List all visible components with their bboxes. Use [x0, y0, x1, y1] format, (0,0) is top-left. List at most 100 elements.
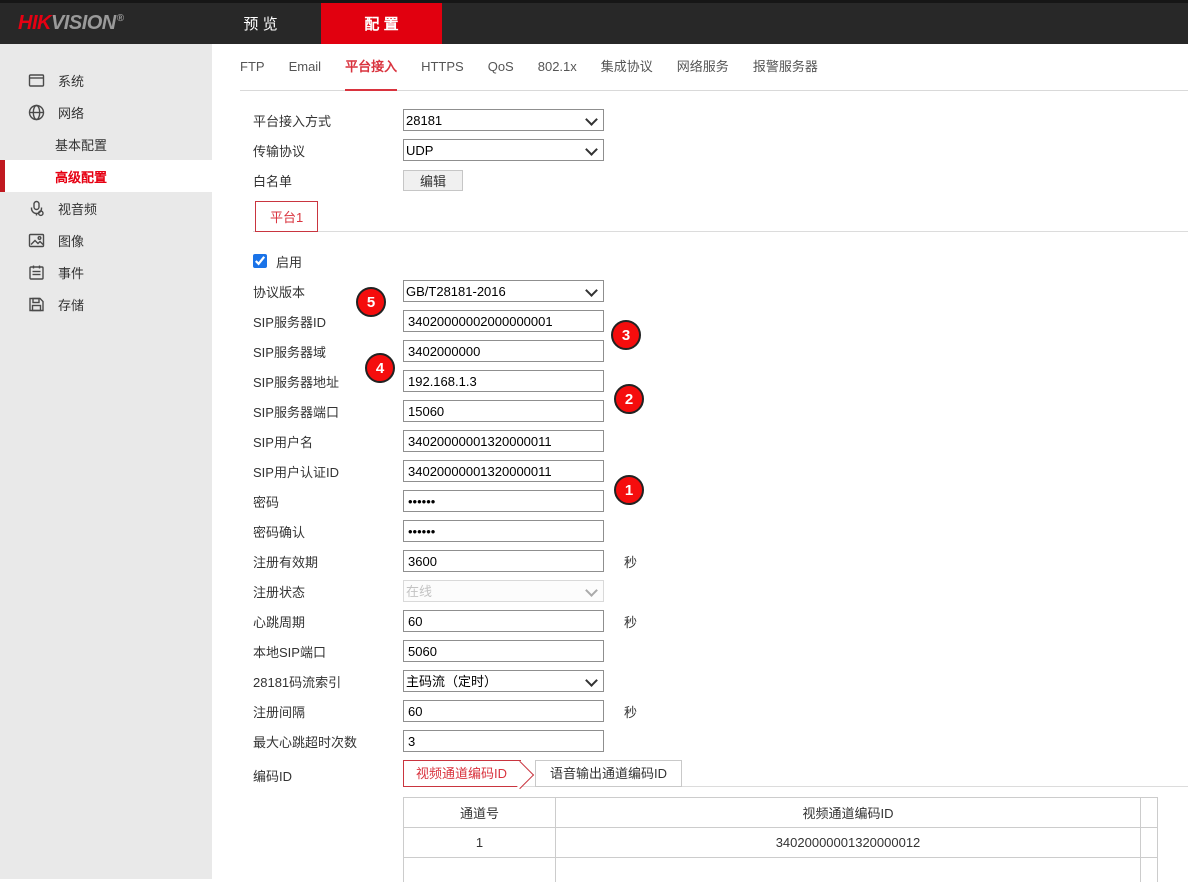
registered-mark: ®	[117, 13, 124, 24]
register-validity-input[interactable]	[403, 550, 604, 572]
whitelist-edit-button[interactable]: 编辑	[403, 170, 463, 191]
transport-label: 传输协议	[253, 141, 403, 160]
encode-id-label: 编码ID	[253, 760, 403, 787]
heartbeat-period-unit: 秒	[624, 612, 637, 631]
encode-id-tab-bar: 视频通道编码ID 语音输出通道编码ID	[403, 760, 1188, 787]
logo-text-hik: HIK	[18, 12, 51, 34]
password-label: 密码	[253, 492, 403, 511]
password-confirm-label: 密码确认	[253, 522, 403, 541]
register-status-select: 在线	[403, 580, 604, 602]
register-interval-unit: 秒	[624, 702, 637, 721]
sip-username-input[interactable]	[403, 430, 604, 452]
tab-network-service[interactable]: 网络服务	[677, 44, 729, 91]
whitelist-label: 白名单	[253, 171, 403, 190]
tab-ftp[interactable]: FTP	[240, 44, 265, 91]
sip-server-domain-input[interactable]	[403, 340, 604, 362]
video-channel-id-cell: 34020000001320000012	[556, 828, 1141, 858]
sip-auth-id-input[interactable]	[403, 460, 604, 482]
heartbeat-period-input[interactable]	[403, 610, 604, 632]
enable-checkbox[interactable]	[253, 254, 267, 268]
top-nav-config[interactable]: 配 置	[321, 3, 442, 44]
sidebar-item-label: 基本配置	[55, 135, 107, 154]
sidebar-item-storage[interactable]: 存储	[0, 288, 212, 320]
stream-index-label: 28181码流索引	[253, 672, 403, 691]
register-interval-input[interactable]	[403, 700, 604, 722]
sidebar: 系统 网络 基本配置 高级配置 视音频 图像 事件 存储	[0, 44, 212, 879]
channel-number-cell	[404, 858, 556, 882]
sidebar-item-label: 网络	[58, 103, 84, 122]
sidebar-item-basic-config[interactable]: 基本配置	[0, 128, 212, 160]
channel-number-header: 通道号	[404, 798, 556, 828]
max-heartbeat-timeout-input[interactable]	[403, 730, 604, 752]
sip-server-port-label: SIP服务器端口	[253, 402, 403, 421]
transport-select[interactable]: UDP	[403, 139, 604, 161]
tab-platform-access[interactable]: 平台接入	[345, 44, 397, 91]
access-type-select[interactable]: 28181	[403, 109, 604, 131]
annotation-badge-3: 3	[611, 320, 641, 350]
stream-index-select-wrap: 主码流（定时）	[403, 670, 604, 692]
content-area: FTP Email 平台接入 HTTPS QoS 802.1x 集成协议 网络服…	[212, 44, 1188, 879]
storage-icon	[28, 296, 45, 313]
channel-table: 通道号 视频通道编码ID 1 34020000001320000012	[403, 797, 1158, 882]
register-validity-label: 注册有效期	[253, 552, 403, 571]
annotation-badge-4: 4	[365, 353, 395, 383]
sidebar-item-label: 视音频	[58, 199, 97, 218]
sidebar-item-label: 图像	[58, 231, 84, 250]
sidebar-item-network[interactable]: 网络	[0, 96, 212, 128]
stream-index-select[interactable]: 主码流（定时）	[403, 670, 604, 692]
sidebar-item-system[interactable]: 系统	[0, 64, 212, 96]
transport-select-wrap: UDP	[403, 139, 604, 161]
main-layout: 系统 网络 基本配置 高级配置 视音频 图像 事件 存储	[0, 44, 1188, 879]
annotation-badge-2: 2	[614, 384, 644, 414]
channel-number-cell: 1	[404, 828, 556, 858]
sip-server-address-input[interactable]	[403, 370, 604, 392]
sip-server-id-label: SIP服务器ID	[253, 312, 403, 331]
tab-integration-protocol[interactable]: 集成协议	[601, 44, 653, 91]
platform-tab-bar: 平台1	[253, 201, 1188, 232]
sip-server-port-input[interactable]	[403, 400, 604, 422]
sidebar-item-label: 高级配置	[55, 167, 107, 186]
encode-id-row: 编码ID 视频通道编码ID 语音输出通道编码ID	[253, 760, 1188, 787]
sip-username-label: SIP用户名	[253, 432, 403, 451]
channel-table-extra-cell	[1141, 858, 1158, 882]
tab-8021x[interactable]: 802.1x	[538, 44, 577, 91]
platform-1-tab[interactable]: 平台1	[255, 201, 318, 232]
network-icon	[28, 104, 45, 121]
top-nav-preview[interactable]: 预 览	[200, 3, 321, 44]
tab-email[interactable]: Email	[289, 44, 322, 91]
access-type-label: 平台接入方式	[253, 111, 403, 130]
channel-table-extra-header	[1141, 798, 1158, 828]
sip-auth-id-label: SIP用户认证ID	[253, 462, 403, 481]
video-channel-encode-id-tab[interactable]: 视频通道编码ID	[403, 760, 521, 787]
sidebar-item-event[interactable]: 事件	[0, 256, 212, 288]
register-status-label: 注册状态	[253, 582, 403, 601]
sidebar-item-image[interactable]: 图像	[0, 224, 212, 256]
tab-https[interactable]: HTTPS	[421, 44, 464, 91]
table-row[interactable]	[404, 858, 1158, 882]
video-channel-id-cell	[556, 858, 1141, 882]
platform-access-form: 平台接入方式 28181 传输协议 UDP 白名单 编辑 平台1 启用	[212, 91, 1188, 882]
protocol-version-select[interactable]: GB/T28181-2016	[403, 280, 604, 302]
settings-tab-bar: FTP Email 平台接入 HTTPS QoS 802.1x 集成协议 网络服…	[240, 44, 1188, 91]
audio-output-channel-encode-id-tab[interactable]: 语音输出通道编码ID	[535, 760, 682, 787]
annotation-badge-5: 5	[356, 287, 386, 317]
event-icon	[28, 264, 45, 281]
register-status-select-wrap: 在线	[403, 580, 604, 602]
tab-alarm-server[interactable]: 报警服务器	[753, 44, 818, 91]
table-row[interactable]: 1 34020000001320000012	[404, 828, 1158, 858]
tab-qos[interactable]: QoS	[488, 44, 514, 91]
password-confirm-input[interactable]	[403, 520, 604, 542]
sidebar-item-advanced-config[interactable]: 高级配置	[0, 160, 212, 192]
register-interval-label: 注册间隔	[253, 702, 403, 721]
sidebar-item-label: 系统	[58, 71, 84, 90]
channel-table-header-row: 通道号 视频通道编码ID	[404, 798, 1158, 828]
top-bar: HIKVISION® 预 览 配 置	[0, 0, 1188, 44]
channel-table-extra-cell	[1141, 828, 1158, 858]
hikvision-logo[interactable]: HIKVISION®	[18, 12, 124, 35]
sidebar-item-audio-video[interactable]: 视音频	[0, 192, 212, 224]
heartbeat-period-label: 心跳周期	[253, 612, 403, 631]
sip-server-id-input[interactable]	[403, 310, 604, 332]
password-input[interactable]	[403, 490, 604, 512]
top-nav: 预 览 配 置	[200, 3, 442, 44]
local-sip-port-input[interactable]	[403, 640, 604, 662]
